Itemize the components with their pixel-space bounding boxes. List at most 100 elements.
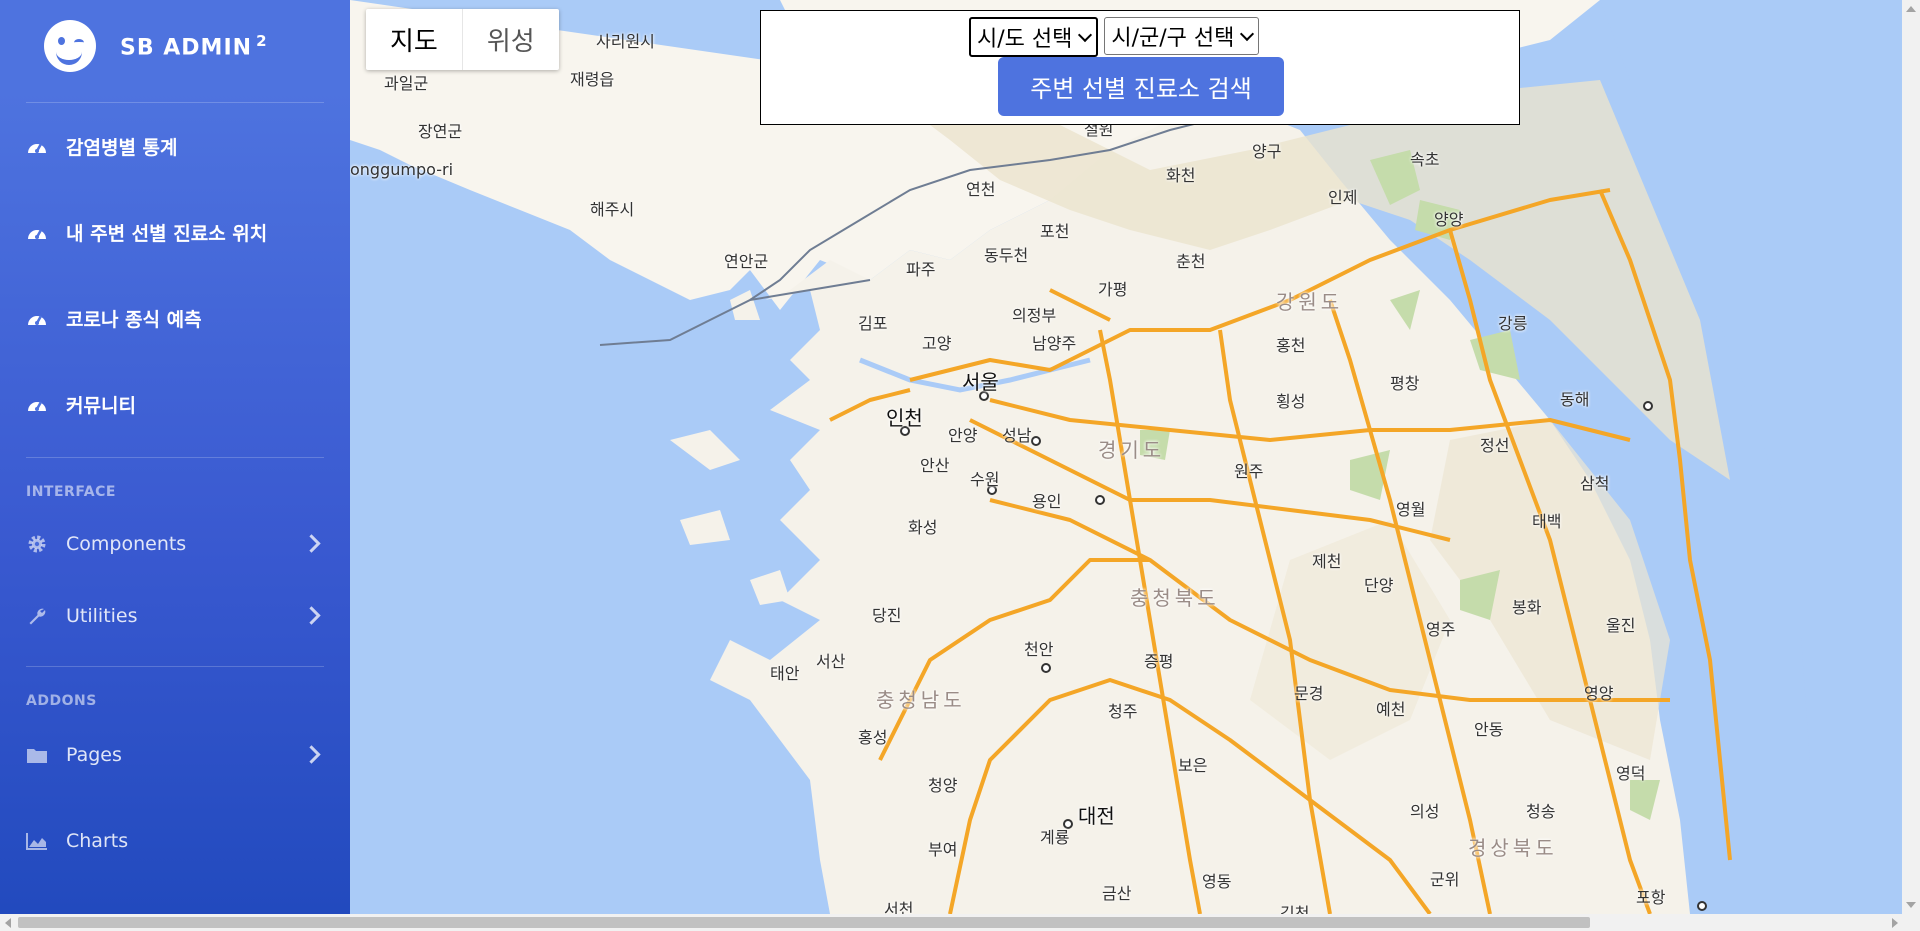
map-label-andong: 안동 bbox=[1474, 720, 1504, 739]
map-label-geumsan: 금산 bbox=[1102, 884, 1132, 903]
vertical-scrollbar[interactable] bbox=[1902, 0, 1920, 914]
map-label-taebaek: 태백 bbox=[1532, 512, 1562, 531]
gauge-icon bbox=[28, 143, 46, 153]
map-type-map-button[interactable]: 지도 bbox=[366, 9, 463, 70]
scroll-right-arrow-icon[interactable] bbox=[1892, 918, 1898, 928]
map-label-hongseong: 홍성 bbox=[858, 728, 888, 747]
map-label-yecheon: 예천 bbox=[1376, 700, 1406, 719]
map-label-boeun: 보은 bbox=[1178, 756, 1208, 775]
sidebar-item-utilities[interactable]: Utilities bbox=[0, 580, 350, 652]
map-label-seoul: 서울 bbox=[962, 370, 999, 394]
map-label-cheongsong: 청송 bbox=[1526, 802, 1556, 821]
folder-icon bbox=[26, 746, 48, 764]
sidebar-item-label: 커뮤니티 bbox=[66, 394, 136, 417]
map-label-gangwon: 강원도 bbox=[1276, 290, 1344, 314]
map-label-gyeryong: 계룡 bbox=[1040, 828, 1070, 847]
map-label-uljin: 울진 bbox=[1606, 616, 1636, 635]
search-clinic-button[interactable]: 주변 선별 진료소 검색 bbox=[998, 57, 1284, 116]
chevron-down-icon bbox=[1078, 27, 1093, 42]
sigungu-select-value: 시/군/구 선택 bbox=[1111, 26, 1235, 51]
sidebar-item-corona-prediction[interactable]: 코로나 종식 예측 bbox=[0, 275, 350, 361]
sidebar-item-label: Utilities bbox=[66, 605, 138, 627]
map-label-hoengseong: 횡성 bbox=[1276, 392, 1306, 411]
chevron-down-icon bbox=[1240, 26, 1255, 41]
sidebar-item-disease-stats[interactable]: 감염병별 통계 bbox=[0, 103, 350, 189]
horizontal-scrollbar-thumb[interactable] bbox=[18, 917, 1590, 928]
map-label-ansan: 안산 bbox=[920, 456, 950, 475]
map-label-dongducheon: 동두천 bbox=[984, 246, 1029, 265]
map-label-jeongseon: 정선 bbox=[1480, 436, 1510, 455]
map-label-uiseong: 의성 bbox=[1410, 802, 1440, 821]
map-label-seocheon: 서천 bbox=[884, 900, 914, 914]
sidebar-item-charts[interactable]: Charts bbox=[0, 793, 350, 889]
map-label-seosan: 서산 bbox=[816, 652, 846, 671]
map-label-yeongdong: 영동 bbox=[1202, 872, 1232, 891]
map-label-pocheon: 포천 bbox=[1040, 222, 1070, 241]
map-label-yeoncheon: 연천 bbox=[966, 180, 996, 199]
clinic-search-panel: 시/도 선택 시/군/구 선택 주변 선별 진료소 검색 bbox=[760, 10, 1520, 125]
map-type-control: 지도 위성 bbox=[366, 9, 559, 70]
map-label-seongnam: 성남 bbox=[1002, 426, 1032, 445]
map-label-gimcheon: 김천 bbox=[1280, 904, 1310, 914]
map-label-chungnam: 충청남도 bbox=[876, 688, 966, 712]
map-label-samcheok: 삼척 bbox=[1580, 474, 1610, 493]
map-label-cheongyang: 청양 bbox=[928, 776, 958, 795]
map-label-gangneung: 강릉 bbox=[1498, 314, 1528, 333]
map-label-hwacheon: 화천 bbox=[1166, 166, 1196, 185]
app-root: SB ADMIN 2 감염병별 통계 내 주변 선별 진료소 위치 코로나 종식 … bbox=[0, 0, 1920, 931]
map-label-yanggu: 양구 bbox=[1252, 142, 1282, 161]
chevron-right-icon bbox=[302, 534, 321, 553]
map-label-wonju: 원주 bbox=[1234, 462, 1264, 481]
map-label-donghae: 동해 bbox=[1560, 390, 1590, 409]
map-label-jangyeon: 장연군 bbox=[418, 122, 463, 141]
map-type-satellite-button[interactable]: 위성 bbox=[463, 9, 559, 70]
sidebar-item-pages[interactable]: Pages bbox=[0, 717, 350, 793]
brand-name: SB ADMIN 2 bbox=[120, 31, 268, 61]
map-label-yangyang: 양양 bbox=[1434, 210, 1464, 229]
map-label-jeungpyeong: 증평 bbox=[1144, 652, 1174, 671]
map-label-yeongwol: 영월 bbox=[1396, 500, 1426, 519]
gauge-icon bbox=[28, 401, 46, 411]
map-label-sariwon: 사리원시 bbox=[596, 32, 655, 51]
brand[interactable]: SB ADMIN 2 bbox=[0, 0, 350, 92]
map-label-haeju: 해주시 bbox=[590, 200, 635, 219]
gauge-icon bbox=[28, 315, 46, 325]
map-label-chungbuk: 충청북도 bbox=[1130, 586, 1220, 610]
sidebar-item-community[interactable]: 커뮤니티 bbox=[0, 361, 350, 447]
map-label-danyang: 단양 bbox=[1364, 576, 1394, 595]
map-label-hongcheon: 홍천 bbox=[1276, 336, 1306, 355]
map-label-sokcho: 속초 bbox=[1410, 150, 1440, 169]
sidebar-item-label: Components bbox=[66, 533, 187, 555]
sido-select-value: 시/도 선택 bbox=[977, 27, 1073, 52]
map-label-gapyeong: 가평 bbox=[1098, 280, 1128, 299]
map-label-anyang: 안양 bbox=[948, 426, 978, 445]
map-label-bonghwa: 봉화 bbox=[1512, 598, 1542, 617]
gear-icon bbox=[26, 534, 48, 554]
horizontal-scrollbar[interactable] bbox=[0, 914, 1920, 931]
map-label-paju: 파주 bbox=[906, 260, 936, 279]
chevron-right-icon bbox=[302, 745, 321, 764]
scroll-up-arrow-icon[interactable] bbox=[1906, 6, 1916, 12]
map-label-cheonan: 천안 bbox=[1024, 640, 1054, 659]
sidebar-item-label: 내 주변 선별 진료소 위치 bbox=[66, 222, 268, 245]
sigungu-select[interactable]: 시/군/구 선택 bbox=[1104, 17, 1260, 55]
map-canvas[interactable]: 사리원시 과일군 재령읍 장연군 onggumpo-ri 해주시 연안군 연천 … bbox=[350, 0, 1902, 914]
sidebar-item-clinic-location[interactable]: 내 주변 선별 진료소 위치 bbox=[0, 189, 350, 275]
scroll-left-arrow-icon[interactable] bbox=[5, 918, 11, 928]
map-label-gwail: 과일군 bbox=[384, 74, 429, 93]
map-label-pyeongchang: 평창 bbox=[1390, 374, 1420, 393]
map-label-uijeongbu: 의정부 bbox=[1012, 306, 1057, 325]
map-label-gyeonggi: 경기도 bbox=[1098, 438, 1166, 462]
wrench-icon bbox=[26, 606, 48, 626]
map-label-mungyeong: 문경 bbox=[1294, 684, 1324, 703]
map-label-yeongju: 영주 bbox=[1426, 620, 1456, 639]
sido-select[interactable]: 시/도 선택 bbox=[969, 17, 1099, 57]
map-label-taean: 태안 bbox=[770, 664, 800, 683]
map-label-gunwi: 군위 bbox=[1430, 870, 1460, 889]
map-label-inje: 인제 bbox=[1328, 188, 1358, 207]
map-label-suwon: 수원 bbox=[970, 470, 1000, 489]
sidebar-item-components[interactable]: Components bbox=[0, 508, 350, 580]
region-selects: 시/도 선택 시/군/구 선택 bbox=[969, 17, 1260, 57]
scroll-down-arrow-icon[interactable] bbox=[1906, 902, 1916, 908]
map-label-yeongyang: 영양 bbox=[1584, 684, 1614, 703]
